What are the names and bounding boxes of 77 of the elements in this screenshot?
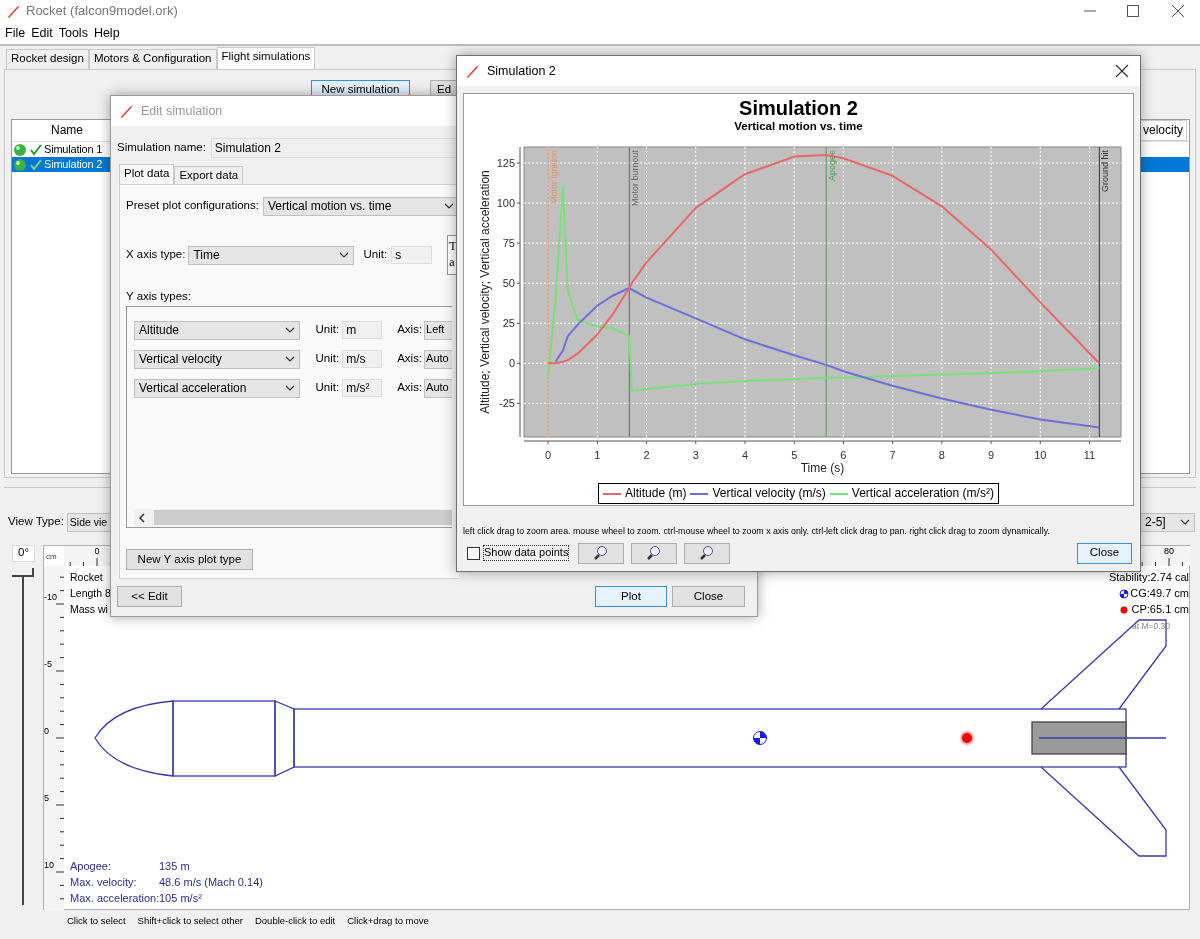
stat-value: 105 m/s² [159, 892, 202, 906]
tick-label: 3 [692, 449, 699, 461]
hint-text: Click+drag to move [347, 915, 429, 927]
ruler-unit: cm [46, 552, 57, 562]
hint-text: left click drag to zoom area. mouse wheel to zoom. ctrl-mouse wheel to zoom x axis only. ctrl-left click drag to pan. right click drag to zoom dynamically. [463, 526, 1051, 538]
event-label: Motor burnout [629, 150, 640, 207]
table-cell: Simulation 2 [44, 157, 103, 172]
field-label: Axis: [397, 352, 423, 366]
tick-label: 10 [1033, 449, 1046, 461]
tick-label: 4 [741, 449, 748, 461]
tick-label: 50 [502, 277, 515, 290]
tick-label: 0 [544, 449, 551, 461]
stat-value: 48.6 m/s (Mach 0.14) [159, 876, 263, 890]
column-header: Name [51, 123, 83, 138]
hint-text: Shift+click to select other [137, 915, 243, 927]
window-title: Rocket (falcon9model.ork) [26, 3, 178, 19]
tick-label: 8 [938, 449, 945, 461]
chart-subtitle: Vertical motion vs. time [734, 120, 863, 134]
stat-label: Max. acceleration: [70, 892, 160, 906]
hint-text: Click to select [67, 915, 126, 927]
view-type-label: View Type: [8, 515, 64, 529]
legend-label: Altitude (m) [625, 486, 687, 501]
ruler-label: 5 [44, 793, 49, 804]
chart-title: Simulation 2 [739, 96, 858, 120]
tick-label: 6 [839, 449, 846, 461]
cg-text: CG:49.7 cm [1129, 587, 1189, 601]
tick-label: 125 [496, 157, 515, 169]
note-text: T [449, 239, 458, 255]
axis-title: Time (s) [800, 461, 844, 475]
field-label: X axis type: [126, 248, 186, 262]
legend-label: Vertical velocity (m/s) [712, 486, 826, 501]
ruler-label: 10 [44, 860, 54, 871]
tick-label: 25 [502, 317, 515, 330]
info-text: Length 8 [70, 587, 111, 600]
dialog-title: Edit simulation [141, 103, 223, 119]
tick-label: 11 [1083, 449, 1095, 461]
tick-label: 75 [502, 237, 515, 250]
column-header: velocity [1139, 120, 1187, 141]
ruler-label: -5 [44, 659, 52, 670]
ruler-label: 80 [1163, 546, 1175, 557]
tick-label: 1 [593, 449, 600, 461]
ruler-label: 0 [44, 726, 49, 737]
field-label: Unit: [315, 323, 340, 337]
field-label: Unit: [363, 248, 388, 262]
legend-label: Vertical acceleration (m/s²) [851, 486, 994, 501]
stability-text: Stability:2.74 cal [1107, 571, 1189, 585]
dialog-title: Simulation 2 [487, 63, 556, 79]
field-label: Preset plot configurations: [126, 199, 259, 213]
tick-label: 9 [987, 449, 994, 461]
tick-label: 7 [889, 449, 896, 461]
ruler-label: 0 [93, 546, 101, 557]
hint-text: Double-click to edit [254, 915, 336, 927]
field-label: Axis: [397, 323, 423, 337]
field-label: Unit: [315, 352, 340, 366]
ruler-label: -10 [44, 592, 57, 603]
tick-label: 5 [790, 449, 797, 461]
angle-readout: 0° [12, 545, 35, 562]
cp-text: CP:65.1 cm [1130, 603, 1189, 617]
stat-value: 135 m [159, 860, 190, 874]
info-text: Mass wi [70, 603, 108, 616]
note-text: a [449, 255, 456, 271]
stat-label: Apogee: [70, 860, 111, 874]
field-label: Unit: [315, 381, 340, 395]
axis-title: Altitude; Vertical velocity; Vertical acceleration [477, 170, 492, 414]
section-label: Y axis types: [126, 290, 192, 304]
tick-label: -25 [498, 397, 515, 410]
event-label: Ground hit [1099, 150, 1110, 193]
info-text: Rocket [70, 571, 103, 584]
stat-label: Max. velocity: [70, 876, 137, 890]
tick-label: 0 [508, 357, 515, 370]
tick-label: 2 [643, 449, 650, 461]
table-cell: Simulation 1 [44, 142, 103, 157]
field-label: Axis: [397, 381, 423, 395]
field-label: Simulation name: [117, 141, 206, 155]
event-label: Apogee [826, 150, 837, 182]
event-label: Motor ignition [548, 150, 559, 205]
tick-label: 100 [496, 197, 515, 210]
